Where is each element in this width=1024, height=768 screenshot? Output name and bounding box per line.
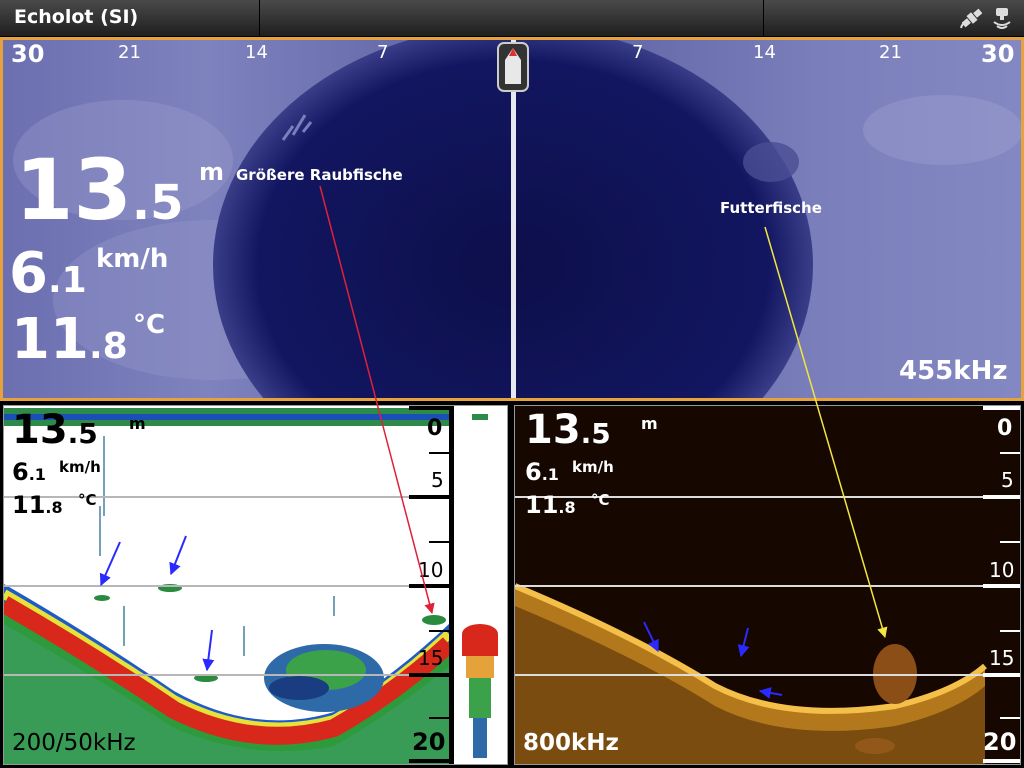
speed-readout: 6.1 <box>525 458 559 486</box>
depth-scale-label: 0 <box>997 416 1013 441</box>
side-imaging-panel[interactable]: 30 21 14 7 7 14 21 30 13.5 m 6.1 km/h 11… <box>0 37 1024 401</box>
range-label-left-30: 30 <box>11 40 45 68</box>
depth-scale-label: 20 <box>983 728 1017 756</box>
range-label-right-14: 14 <box>753 42 776 63</box>
depth-decimal: .5 <box>67 417 98 450</box>
temp-decimal: .8 <box>88 326 128 367</box>
depth-unit: m <box>641 414 658 433</box>
temperature-unit: °C <box>591 491 610 509</box>
depth-scale-label: 0 <box>427 416 443 441</box>
depth-scale-label: 15 <box>989 646 1015 670</box>
temperature-readout: 11.8 <box>12 491 63 519</box>
depth-readout: 13.5 <box>12 408 98 456</box>
range-label-right-7: 7 <box>632 42 644 63</box>
sonar-transducer-icon[interactable] <box>988 4 1016 32</box>
depth-unit: m <box>129 414 146 433</box>
speed-decimal: .1 <box>47 260 87 301</box>
temp-decimal: .8 <box>45 498 63 517</box>
title-bar: Echolot (SI) <box>0 0 1024 37</box>
range-label-left-21: 21 <box>118 42 141 63</box>
temp-value: 11 <box>12 491 46 519</box>
depth-value: 13 <box>525 407 581 453</box>
speed-unit: km/h <box>572 458 614 476</box>
gps-satellite-icon[interactable] <box>958 4 986 32</box>
speed-value: 6 <box>12 458 29 486</box>
depth-decimal: .5 <box>131 175 184 231</box>
depth-scale-label: 10 <box>989 558 1015 582</box>
depth-readout: 13.5 <box>525 408 611 456</box>
speed-readout: 6.1 <box>12 458 46 486</box>
speed-unit: km/h <box>96 244 169 274</box>
boat-icon[interactable] <box>497 42 529 94</box>
temp-decimal: .8 <box>558 498 576 517</box>
depth-readout: 13.5 <box>15 148 184 245</box>
depth-value: 13 <box>15 141 132 239</box>
depth-scale-label: 10 <box>418 558 444 582</box>
depth-scale-label: 5 <box>431 468 444 492</box>
depth-unit: m <box>199 158 225 186</box>
bait-fish-label: Futterfische <box>720 199 822 217</box>
app-title: Echolot (SI) <box>14 6 139 28</box>
temperature-unit: °C <box>133 310 166 340</box>
range-label-left-14: 14 <box>245 42 268 63</box>
frequency-label: 800kHz <box>523 730 619 756</box>
depth-value: 13 <box>12 407 68 453</box>
depth-scale-label: 15 <box>418 646 444 670</box>
range-label-left-7: 7 <box>377 42 389 63</box>
temperature-readout: 11.8 <box>11 310 128 377</box>
title-divider <box>763 0 764 36</box>
depth-scale-label: 20 <box>412 728 446 756</box>
temperature-unit: °C <box>78 491 97 509</box>
depth-scale-label: 5 <box>1001 468 1014 492</box>
range-label-right-30: 30 <box>981 40 1015 68</box>
temp-value: 11 <box>11 307 89 372</box>
frequency-label: 455kHz <box>899 356 1008 386</box>
temperature-readout: 11.8 <box>525 491 576 519</box>
speed-decimal: .1 <box>541 465 559 484</box>
speed-unit: km/h <box>59 458 101 476</box>
title-divider <box>259 0 260 36</box>
down-imaging-panel[interactable]: 13.5 m 6.1 km/h 11.8 °C 0 5 10 15 20 800… <box>514 405 1021 765</box>
depth-decimal: .5 <box>580 417 611 450</box>
frequency-label: 200/50kHz <box>12 730 136 756</box>
speed-value: 6 <box>9 241 48 306</box>
temp-value: 11 <box>525 491 559 519</box>
sonar-2d-panel[interactable]: 13.5 m 6.1 km/h 11.8 °C 0 5 10 15 20 200… <box>3 405 508 765</box>
speed-decimal: .1 <box>28 465 46 484</box>
range-label-right-21: 21 <box>879 42 902 63</box>
speed-readout: 6.1 <box>9 244 87 311</box>
predator-fish-label: Größere Raubfische <box>236 166 403 184</box>
speed-value: 6 <box>525 458 542 486</box>
